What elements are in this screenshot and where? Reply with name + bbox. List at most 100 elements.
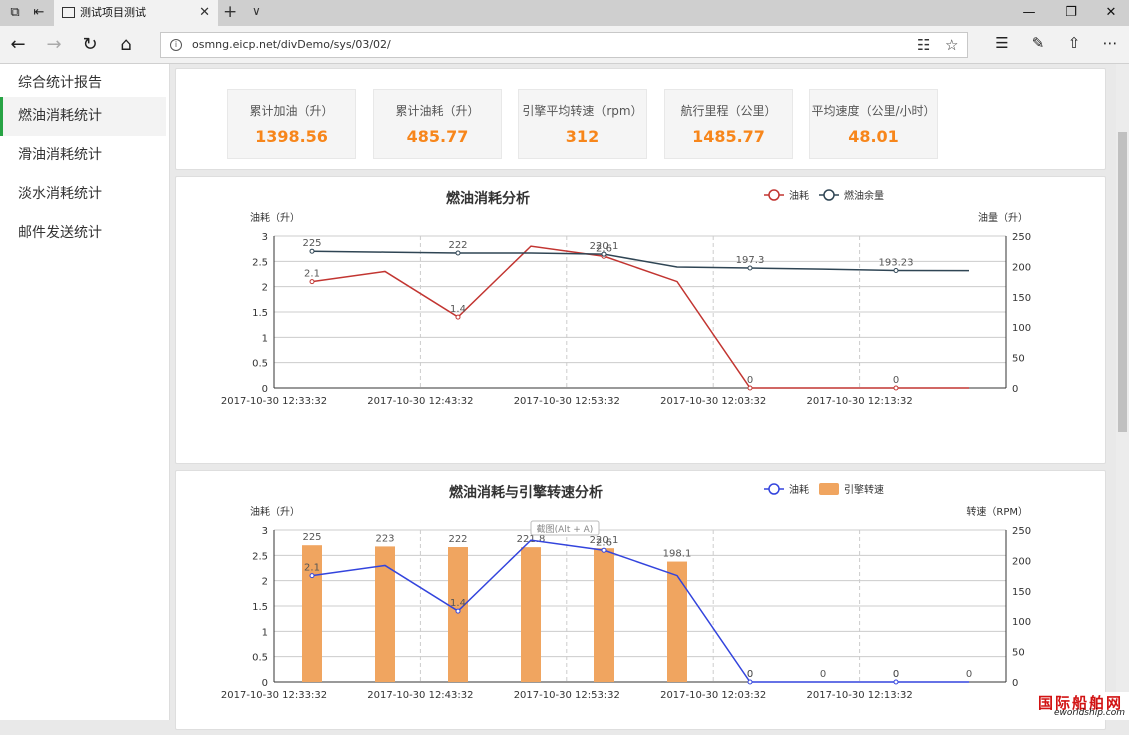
legend-marker [823, 189, 835, 201]
y-left-tick-label: 0.5 [252, 653, 268, 664]
stat-card-mileage: 航行里程（公里） 1485.77 [664, 89, 793, 159]
data-point [747, 265, 753, 271]
x-tick-label: 2017-10-30 12:13:32 [806, 690, 912, 701]
stat-value: 1398.56 [255, 127, 328, 146]
sidebar-item-lube-oil[interactable]: 滑油消耗统计 [0, 136, 166, 175]
address-toolbar: ← → ↻ ⌂ i osmng.eicp.net/divDemo/sys/03/… [0, 26, 1129, 64]
bar [448, 547, 468, 682]
data-label: 2.1 [304, 269, 320, 280]
stat-label: 航行里程（公里） [680, 104, 777, 118]
data-point [747, 679, 753, 685]
data-point [747, 385, 753, 391]
new-tab-icon[interactable]: + [223, 2, 237, 22]
scrollbar-thumb[interactable] [1118, 132, 1127, 432]
x-tick-label: 2017-10-30 12:53:32 [514, 396, 620, 407]
y-right-tick-label: 100 [1012, 617, 1031, 628]
data-label: 220.1 [590, 241, 619, 252]
more-options-icon[interactable]: ⋯ [1099, 34, 1121, 52]
address-input[interactable]: i osmng.eicp.net/divDemo/sys/03/02/ ☷ ☆ [160, 32, 968, 58]
y-right-tick-label: 150 [1012, 293, 1031, 304]
forward-arrow-icon[interactable]: → [42, 33, 66, 57]
y-right-tick-label: 200 [1012, 556, 1031, 567]
data-label: 222 [448, 534, 467, 545]
sidebar-item-fuel[interactable]: 燃油消耗统计 [0, 97, 166, 136]
stat-card-total-consumption: 累计油耗（升） 485.77 [373, 89, 502, 159]
data-label: 0 [747, 375, 753, 386]
stat-value: 312 [565, 127, 600, 146]
data-label: 1.4 [450, 304, 466, 315]
url-text[interactable]: osmng.eicp.net/divDemo/sys/03/02/ [192, 38, 391, 51]
data-label: 0 [966, 669, 972, 680]
y-right-tick-label: 50 [1012, 648, 1025, 659]
series-line [311, 245, 969, 389]
sidebar-item-mail[interactable]: 邮件发送统计 [0, 214, 166, 253]
favorites-hub-icon[interactable]: ☰ [991, 34, 1013, 52]
minimize-icon[interactable]: — [1009, 0, 1049, 26]
y-right-tick-label: 50 [1012, 354, 1025, 365]
stat-value: 1485.77 [692, 127, 765, 146]
stats-panel: 累计加油（升） 1398.56 累计油耗（升） 485.77 引擎平均转速（rp… [175, 68, 1106, 170]
y-left-tick-label: 1 [262, 333, 268, 344]
data-label: 0 [893, 669, 899, 680]
y-axis-right-title: 油量（升） [978, 211, 1028, 224]
bar [594, 548, 614, 682]
close-window-icon[interactable]: ✕ [1091, 0, 1129, 26]
y-axis-left-title: 油耗（升） [250, 505, 300, 518]
y-right-tick-label: 200 [1012, 262, 1031, 273]
y-left-tick-label: 3 [262, 232, 268, 243]
sidebar-item-label: 滑油消耗统计 [18, 147, 102, 163]
refresh-icon[interactable]: ↻ [78, 33, 102, 57]
home-icon[interactable]: ⌂ [114, 33, 138, 57]
sidebar-item-label: 邮件发送统计 [18, 225, 102, 241]
data-label: 2.6 [596, 537, 612, 548]
y-left-tick-label: 0 [262, 678, 268, 689]
site-watermark-logo: 国际船舶网 eworldship.com [1032, 692, 1129, 720]
chart-title: 燃油消耗与引擎转速分析 [449, 484, 603, 501]
y-left-tick-label: 2 [262, 283, 268, 294]
favorite-star-icon[interactable]: ☆ [945, 36, 958, 54]
data-label: 197.3 [736, 255, 765, 266]
legend-marker [768, 189, 780, 201]
data-label: 223 [375, 533, 394, 544]
data-label: 2.1 [304, 563, 320, 574]
stat-value: 48.01 [848, 127, 899, 146]
x-tick-label: 2017-10-30 12:33:32 [221, 690, 327, 701]
stat-value: 485.77 [406, 127, 469, 146]
x-tick-label: 2017-10-30 12:13:32 [806, 396, 912, 407]
page-scrollbar[interactable] [1116, 64, 1129, 720]
chevron-down-icon[interactable]: ∨ [252, 4, 261, 18]
set-aside-tabs-icon[interactable]: ⇤ [30, 4, 48, 22]
legend-label: 引擎转速 [844, 483, 884, 496]
stat-card-avg-speed: 平均速度（公里/小时） 48.01 [809, 89, 938, 159]
y-right-tick-label: 100 [1012, 323, 1031, 334]
y-axis-right-title: 转速（RPM） [966, 505, 1028, 518]
pen-note-icon[interactable]: ✎ [1027, 34, 1049, 52]
data-label: 0 [893, 375, 899, 386]
info-icon[interactable]: i [170, 39, 182, 51]
reading-view-icon[interactable]: ☷ [917, 36, 930, 54]
x-tick-label: 2017-10-30 12:43:32 [367, 690, 473, 701]
share-icon[interactable]: ⇧ [1063, 34, 1085, 52]
sidebar-item-label: 淡水消耗统计 [18, 186, 102, 202]
tab-title: 测试项目测试 [80, 6, 146, 19]
series-line [311, 539, 969, 683]
data-label: 0 [747, 669, 753, 680]
data-label: 225 [302, 238, 321, 249]
sidebar-item-label: 燃油消耗统计 [18, 108, 102, 124]
back-arrow-icon[interactable]: ← [6, 33, 30, 57]
data-label: 222 [448, 240, 467, 251]
close-tab-icon[interactable]: ✕ [199, 0, 210, 26]
y-right-tick-label: 250 [1012, 526, 1031, 537]
y-left-tick-label: 2 [262, 577, 268, 588]
restore-icon[interactable]: ❐ [1051, 0, 1091, 26]
y-left-tick-label: 1 [262, 627, 268, 638]
y-left-tick-label: 1.5 [252, 602, 268, 613]
data-point [893, 385, 899, 391]
x-tick-label: 2017-10-30 12:33:32 [221, 396, 327, 407]
tab-groups-icon[interactable]: ⧉ [6, 4, 24, 22]
legend-label: 燃油余量 [844, 189, 884, 202]
browser-tab[interactable]: 测试项目测试 ✕ [54, 0, 218, 26]
data-label: 225 [302, 532, 321, 543]
fuel-consumption-chart: 燃油消耗分析油耗（升） 油量（升） 0 0.5 1 1.5 2 2.5 3 0 50 100 150 20… [221, 189, 1031, 407]
sidebar-item-fresh-water[interactable]: 淡水消耗统计 [0, 175, 166, 214]
